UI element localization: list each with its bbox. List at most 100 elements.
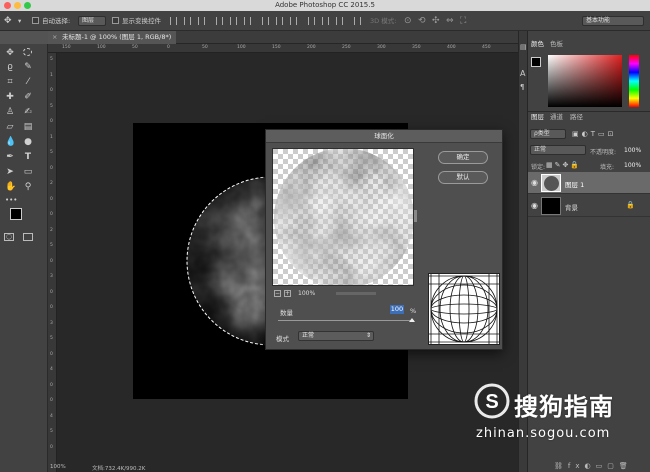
drag-3d-icon[interactable]: ✣ [432,15,440,27]
eraser-tool-icon[interactable]: ▱ [5,122,15,132]
lasso-tool-icon[interactable]: ϱ [5,62,15,72]
layer-filter-icons[interactable]: ▣◐T▭⊡ [572,130,616,138]
tab-paths[interactable]: 路径 [570,112,583,123]
rectangle-tool-icon[interactable]: ▭ [23,167,33,177]
clone-stamp-icon[interactable]: ♙ [5,107,15,117]
visibility-eye-icon[interactable]: ◉ [531,201,538,210]
tab-layers[interactable]: 图层 [531,112,544,123]
auto-select-checkbox[interactable] [32,17,39,24]
marquee-tool-icon[interactable] [23,48,32,56]
scale-3d-icon[interactable]: ⛶ [460,15,466,27]
hue-slider[interactable] [629,55,639,107]
auto-align-icon[interactable] [354,17,361,25]
align-vcenter-icon[interactable] [184,17,191,25]
blend-mode-dropdown[interactable]: 正常 [530,145,586,155]
quick-select-tool-icon[interactable]: ✎ [23,62,33,72]
tab-channels[interactable]: 通道 [550,112,563,123]
character-icon[interactable]: A [520,69,525,78]
options-bar: ✥ ▾ 自动选择: 图层 显示变换控件 3D 模式: ⊙ ⟲ ✣ ⇔ ⛶ 基本功… [0,11,650,31]
distribute-right-icon[interactable] [336,17,343,25]
svg-text:S: S [485,391,498,413]
opacity-value[interactable]: 100% [624,147,641,154]
document-tab[interactable]: × 未标题-1 @ 100% (图层 1, RGB/8*) * [48,31,176,54]
distribute-top-icon[interactable] [262,17,269,25]
reset-button[interactable]: 默认 [438,171,488,184]
lock-icon: 🔒 [626,201,635,209]
distribute-left-icon[interactable] [308,17,315,25]
close-tab-icon[interactable]: × [52,31,57,44]
mode-3d-label: 3D 模式: [370,17,397,25]
more-tools-icon[interactable]: ••• [5,195,17,205]
roll-3d-icon[interactable]: ⟲ [418,15,426,27]
slide-3d-icon[interactable]: ⇔ [446,15,454,27]
ruler-tick-label: 0 [50,382,53,388]
hand-tool-icon[interactable]: ✋ [5,182,16,192]
eyedropper-tool-icon[interactable]: ⁄ [23,77,33,87]
filter-preview[interactable] [272,148,414,286]
dodge-tool-icon[interactable]: ● [23,137,33,147]
distribute-bottom-icon[interactable] [290,17,297,25]
tab-color[interactable]: 颜色 [531,39,544,50]
zoom-out-button[interactable]: − [274,290,281,297]
zoom-in-button[interactable]: + [284,290,291,297]
show-transform-label: 显示变换控件 [122,17,161,25]
distribute-hcenter-icon[interactable] [322,17,329,25]
preview-scroll-handle[interactable] [414,210,417,222]
move-tool-icon[interactable]: ✥ [5,48,15,58]
healing-brush-icon[interactable]: ✚ [5,92,15,102]
paragraph-icon[interactable]: ¶ [520,83,524,91]
move-tool-icon[interactable]: ✥ [4,15,12,27]
minimize-window-button[interactable] [14,2,21,9]
amount-slider-track[interactable] [278,320,414,321]
color-fg-swatch[interactable] [531,57,541,67]
fill-value[interactable]: 100% [624,162,641,169]
layer-actions[interactable]: ⛓fx◐▭▢🗑 [554,462,633,470]
ok-button[interactable]: 确定 [438,151,488,164]
lock-icons[interactable]: ▦✎✥🔒 [546,161,581,169]
layer-row-1[interactable]: ◉ 图层 1 [528,172,650,194]
history-brush-icon[interactable]: ✍ [23,107,33,117]
brush-tool-icon[interactable]: ✐ [23,92,33,102]
layer-thumbnail [541,174,561,192]
close-window-button[interactable] [4,2,11,9]
ruler-tick-label: 5 [50,150,53,155]
foreground-color-swatch[interactable] [10,208,22,220]
distribute-vcenter-icon[interactable] [276,17,283,25]
layer-filter-dropdown[interactable]: ρ类型 [530,129,566,139]
blur-tool-icon[interactable]: 💧 [5,137,16,147]
crop-tool-icon[interactable]: ⌗ [5,77,15,87]
color-picker-field[interactable] [548,55,622,107]
zoom-window-button[interactable] [24,2,31,9]
amount-slider-thumb[interactable] [409,318,415,322]
align-hcenter-icon[interactable] [230,17,237,25]
path-select-tool-icon[interactable]: ➤ [5,167,15,177]
workspace-dropdown[interactable]: 基本功能 [582,16,644,26]
show-transform-checkbox[interactable] [112,17,119,24]
mode-dropdown[interactable]: 正常 ⇕ [298,331,374,341]
gradient-tool-icon[interactable]: ▤ [23,122,33,132]
ruler-tick-label: 5 [50,336,53,341]
amount-input[interactable]: 100 [390,305,404,314]
type-tool-icon[interactable]: T [23,152,33,162]
spherize-grid-icon [429,274,499,344]
screen-mode-icon[interactable] [23,233,33,241]
layer-row-background[interactable]: ◉ 背景 🔒 [528,195,650,217]
zoom-tool-icon[interactable]: ⚲ [23,182,33,192]
history-icon[interactable]: ▤ [520,43,527,51]
auto-select-dropdown[interactable]: 图层 [78,16,106,26]
ruler-tick-label: 0 [50,289,53,295]
quick-mask-icon[interactable]: ◯ [4,233,14,241]
ruler-tick-label: 4 [50,367,53,372]
tab-swatches[interactable]: 色板 [550,39,563,50]
align-bottom-icon[interactable] [198,17,205,25]
tool-preset-chevron-icon[interactable]: ▾ [18,15,21,27]
zoom-scrollbar[interactable] [336,292,376,295]
dialog-title: 球面化 [266,130,502,143]
orbit-3d-icon[interactable]: ⊙ [404,15,412,27]
sogou-logo-icon: S [474,383,510,419]
pen-tool-icon[interactable]: ✒ [5,152,15,162]
align-left-icon[interactable] [216,17,223,25]
align-top-icon[interactable] [170,17,177,25]
align-right-icon[interactable] [244,17,251,25]
visibility-eye-icon[interactable]: ◉ [531,178,538,187]
